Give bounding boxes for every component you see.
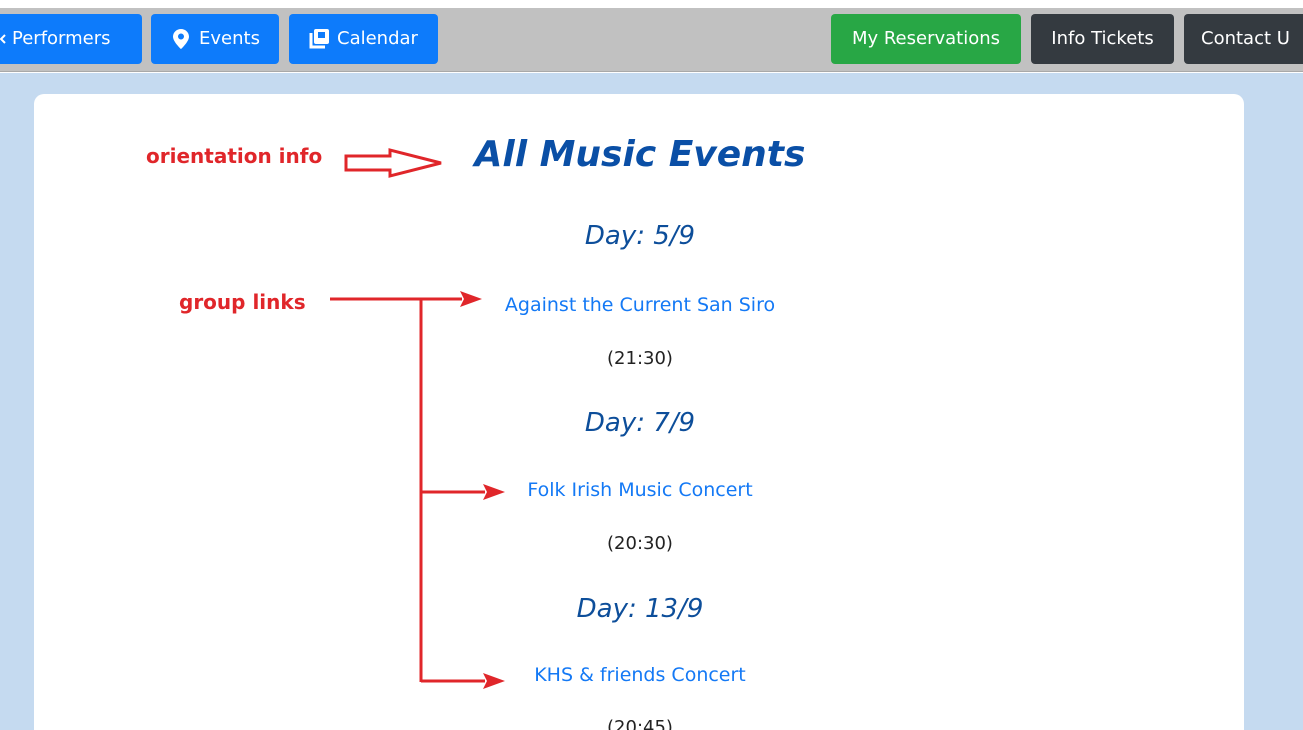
my-reservations-label: My Reservations [851, 28, 1001, 49]
contact-us-button[interactable]: Contact U [1184, 14, 1303, 64]
event-link[interactable]: Against the Current San Siro [300, 294, 980, 316]
page-title: All Music Events [474, 134, 806, 175]
info-tickets-button[interactable]: Info Tickets [1031, 14, 1174, 64]
event-time: (20:30) [607, 533, 673, 554]
calendar-label: Calendar [337, 28, 418, 49]
collection-icon [309, 29, 329, 49]
orientation-info-annotation: orientation info [146, 144, 323, 168]
day-heading: Day: 7/9 [584, 408, 696, 438]
performers-button[interactable]: Performers [0, 14, 142, 64]
top-navbar: Performers Events Calendar My Reservatio… [0, 8, 1303, 72]
contact-label: Contact U [1201, 28, 1290, 49]
event-time: (20:45) [607, 717, 673, 730]
event-link[interactable]: Folk Irish Music Concert [300, 479, 980, 501]
day-heading: Day: 13/9 [576, 594, 704, 624]
day-heading: Day: 5/9 [584, 221, 696, 251]
event-time: (21:30) [607, 348, 673, 369]
events-button[interactable]: Events [151, 14, 279, 64]
map-pin-icon [173, 29, 189, 49]
performers-label: Performers [12, 28, 111, 49]
calendar-button[interactable]: Calendar [289, 14, 438, 64]
event-link[interactable]: KHS & friends Concert [300, 664, 980, 686]
group-links-annotation: group links [179, 290, 306, 314]
events-label: Events [199, 28, 260, 49]
chevron-left-icon [0, 34, 6, 44]
info-tickets-label: Info Tickets [1051, 28, 1154, 49]
my-reservations-button[interactable]: My Reservations [831, 14, 1021, 64]
